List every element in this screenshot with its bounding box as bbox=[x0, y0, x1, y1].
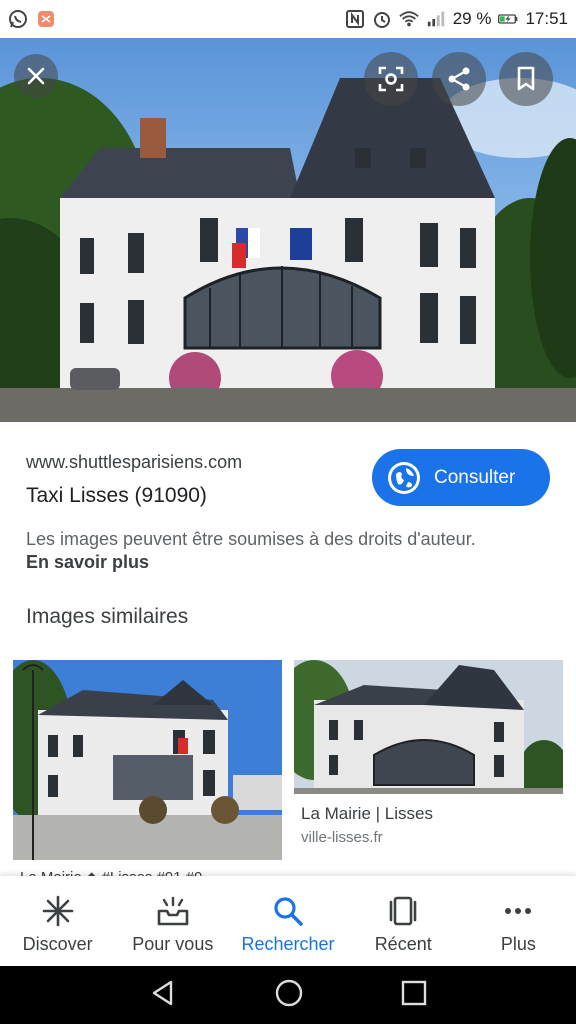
share-button[interactable] bbox=[432, 52, 486, 106]
building-photo bbox=[0, 78, 576, 422]
overview-icon[interactable] bbox=[401, 980, 427, 1011]
inbox-tray-icon bbox=[155, 894, 191, 928]
similar-image-1[interactable] bbox=[13, 660, 282, 860]
copyright-notice: Les images peuvent être soumises à des d… bbox=[26, 529, 476, 549]
home-icon[interactable] bbox=[274, 978, 304, 1013]
bottom-navigation: Discover Pour vous Rechercher Récent Plu… bbox=[0, 876, 576, 966]
clock-time: 17:51 bbox=[525, 9, 568, 28]
signal-icon bbox=[426, 9, 446, 29]
visit-button-label: Consulter bbox=[434, 466, 516, 488]
asterisk-icon bbox=[40, 894, 76, 928]
back-icon[interactable] bbox=[149, 979, 177, 1012]
wifi-icon bbox=[399, 9, 419, 29]
lens-button[interactable] bbox=[364, 52, 418, 106]
save-button[interactable] bbox=[499, 52, 553, 106]
similar-photo-2 bbox=[294, 660, 563, 794]
recent-cards-icon bbox=[385, 894, 421, 928]
nfc-icon bbox=[345, 9, 365, 29]
system-navigation-bar bbox=[0, 966, 576, 1024]
result-title[interactable]: Taxi Lisses (91090) bbox=[26, 484, 207, 508]
notification-app-icon bbox=[36, 9, 56, 29]
learn-more-link[interactable]: En savoir plus bbox=[26, 552, 149, 573]
nav-plus-label: Plus bbox=[500, 934, 536, 954]
nav-recent[interactable]: Récent bbox=[346, 876, 461, 966]
more-dots-icon bbox=[500, 894, 536, 928]
close-icon bbox=[27, 67, 45, 85]
bookmark-icon bbox=[517, 66, 535, 91]
lens-icon bbox=[378, 66, 404, 92]
battery-charging-icon bbox=[498, 9, 518, 29]
search-icon bbox=[270, 894, 306, 928]
alarm-icon bbox=[372, 9, 392, 29]
close-button[interactable] bbox=[14, 54, 58, 98]
share-icon bbox=[448, 67, 470, 91]
status-bar: 29 % 17:51 bbox=[0, 0, 576, 38]
nav-discover-label: Discover bbox=[22, 934, 93, 954]
nav-pour-vous-label: Pour vous bbox=[132, 934, 214, 954]
visit-button[interactable]: Consulter bbox=[372, 449, 550, 506]
nav-rechercher[interactable]: Rechercher bbox=[230, 876, 345, 966]
result-domain[interactable]: www.shuttlesparisiens.com bbox=[26, 452, 242, 473]
nav-rechercher-label: Rechercher bbox=[241, 934, 335, 954]
globe-icon bbox=[388, 461, 420, 494]
similar-images-heading: Images similaires bbox=[26, 605, 189, 628]
similar-image-2[interactable] bbox=[294, 660, 563, 794]
similar-image-2-source: ville-lisses.fr bbox=[301, 829, 383, 846]
nav-pour-vous[interactable]: Pour vous bbox=[115, 876, 230, 966]
similar-photo-1 bbox=[13, 660, 282, 860]
nav-plus[interactable]: Plus bbox=[461, 876, 576, 966]
main-image[interactable] bbox=[0, 38, 576, 422]
nav-recent-label: Récent bbox=[374, 934, 432, 954]
nav-discover[interactable]: Discover bbox=[0, 876, 115, 966]
whatsapp-icon bbox=[8, 9, 28, 29]
battery-percent: 29 % bbox=[452, 9, 492, 28]
similar-image-2-title[interactable]: La Mairie | Lisses bbox=[301, 804, 433, 824]
